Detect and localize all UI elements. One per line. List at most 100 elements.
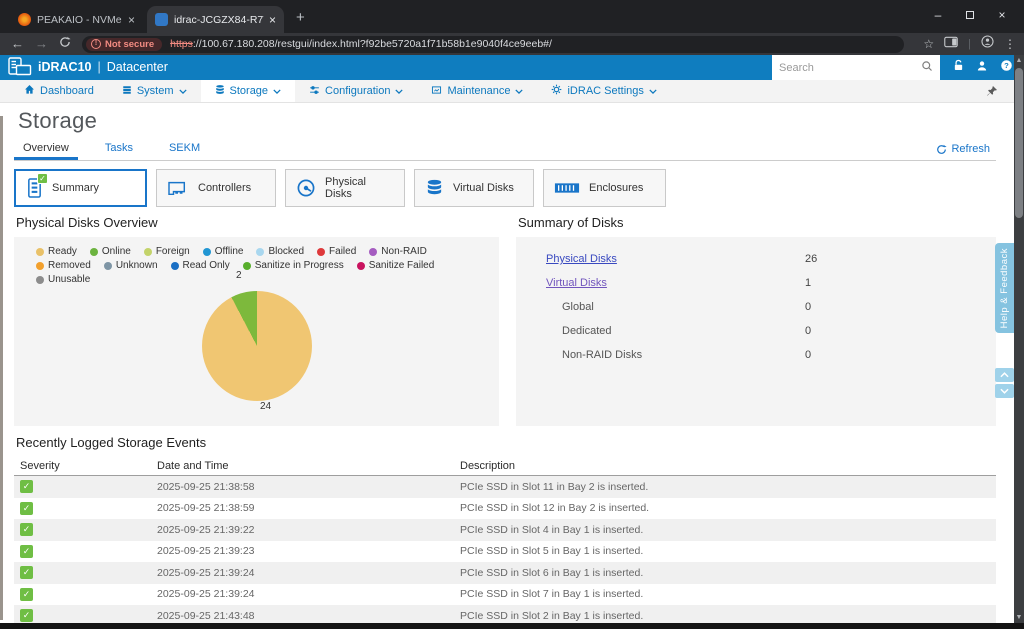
nav-item-configuration[interactable]: Configuration: [295, 80, 417, 102]
nav-item-system[interactable]: System: [108, 80, 201, 102]
tile-label: Controllers: [198, 182, 251, 194]
refresh-button[interactable]: Refresh: [936, 143, 990, 155]
maximize-button[interactable]: [954, 0, 986, 33]
not-secure-badge[interactable]: ! Not secure: [86, 38, 162, 51]
minimize-button[interactable]: –: [922, 0, 954, 33]
summary-row-global: Global 0: [516, 295, 996, 319]
summary-value: 0: [805, 325, 811, 337]
summary-of-disks-section: Summary of Disks Physical Disks 26 Virtu…: [516, 215, 996, 426]
summary-row-virtual-disks: Virtual Disks 1: [516, 271, 996, 295]
browser-menu-icon[interactable]: ⋮: [1004, 33, 1016, 55]
legend-item: Online: [90, 246, 131, 257]
back-button[interactable]: ←: [11, 33, 24, 55]
severity-ok-icon: ✓: [20, 588, 33, 601]
chevron-down-icon: [515, 85, 523, 97]
scrollbar-up-icon[interactable]: ▲: [1014, 57, 1024, 64]
events-table-body: ✓ 2025-09-25 21:38:58 PCIe SSD in Slot 1…: [14, 476, 996, 623]
summary-label: Non-RAID Disks: [516, 349, 805, 361]
nav-item-idrac-settings[interactable]: iDRAC Settings: [537, 80, 670, 102]
severity-ok-icon: ✓: [20, 480, 33, 493]
section-title: Recently Logged Storage Events: [16, 435, 996, 450]
url-field[interactable]: ! Not secure https://100.67.180.208/rest…: [82, 36, 904, 53]
severity-ok-icon: ✓: [20, 609, 33, 622]
legend-item: Unusable: [36, 274, 90, 285]
chevron-down-icon: [1000, 388, 1009, 394]
physical-disks-overview-section: Physical Disks Overview Ready Online For…: [14, 215, 499, 426]
physical-disks-overview-panel: Ready Online Foreign Offline Blocked Fai…: [14, 237, 499, 426]
table-row: ✓ 2025-09-25 21:43:48 PCIe SSD in Slot 2…: [14, 605, 996, 623]
physical-disks-link[interactable]: Physical Disks: [546, 253, 617, 265]
address-bar: ← → ! Not secure https://100.67.180.208/…: [0, 33, 1024, 55]
browser-window: PEAKAIO - NVMe Bandwidth - × idrac-JCGZX…: [0, 0, 1024, 629]
close-tab-icon[interactable]: ×: [269, 13, 276, 27]
table-row: ✓ 2025-09-25 21:39:24 PCIe SSD in Slot 7…: [14, 584, 996, 606]
physical-disks-icon: [296, 178, 316, 198]
tile-enclosures[interactable]: Enclosures: [543, 169, 666, 207]
storage-icon: [215, 84, 225, 98]
scroll-down-button[interactable]: [995, 384, 1014, 398]
user-icon[interactable]: [976, 59, 988, 77]
virtual-disks-link[interactable]: Virtual Disks: [546, 277, 607, 289]
unlock-icon[interactable]: [952, 59, 965, 77]
search-input[interactable]: [779, 62, 921, 74]
window-controls: – ×: [922, 0, 1018, 33]
main-nav: Dashboard System Storage Configuration M…: [0, 80, 1024, 103]
event-description: PCIe SSD in Slot 2 in Bay 1 is inserted.: [460, 610, 996, 622]
tab-overview[interactable]: Overview: [14, 142, 78, 160]
pin-menu-icon[interactable]: [985, 85, 998, 101]
legend-item: Unknown: [104, 260, 158, 271]
tile-virtual-disks[interactable]: Virtual Disks: [414, 169, 534, 207]
legend-item: Removed: [36, 260, 91, 271]
sliders-icon: [309, 85, 320, 98]
event-description: PCIe SSD in Slot 4 in Bay 1 is inserted.: [460, 524, 996, 536]
tile-controllers[interactable]: Controllers: [156, 169, 276, 207]
legend-dot: [36, 262, 44, 270]
close-window-button[interactable]: ×: [986, 0, 1018, 33]
events-table-header: Severity Date and Time Description: [14, 457, 996, 476]
legend-dot: [36, 276, 44, 284]
reload-button[interactable]: [59, 33, 71, 55]
new-tab-button[interactable]: +: [296, 8, 305, 28]
event-datetime: 2025-09-25 21:43:48: [157, 610, 460, 622]
page-scroll-buttons: [995, 368, 1014, 398]
nav-item-storage[interactable]: Storage: [201, 80, 296, 102]
browser-scrollbar[interactable]: ▲ ▼: [1014, 55, 1024, 623]
pie-value-ready: 24: [260, 401, 271, 412]
help-feedback-tab[interactable]: Help & Feedback: [995, 243, 1014, 333]
severity-ok-icon: ✓: [20, 566, 33, 579]
nav-label: Maintenance: [447, 85, 510, 97]
summary-label: Dedicated: [516, 325, 805, 337]
bookmark-star-icon[interactable]: ☆: [923, 33, 934, 55]
close-tab-icon[interactable]: ×: [128, 13, 135, 27]
event-datetime: 2025-09-25 21:39:24: [157, 567, 460, 579]
global-search: [772, 55, 940, 80]
tab-tasks[interactable]: Tasks: [96, 142, 142, 160]
search-icon[interactable]: [921, 59, 933, 77]
nav-item-dashboard[interactable]: Dashboard: [10, 80, 108, 102]
scrollbar-thumb[interactable]: [1015, 68, 1023, 218]
chevron-up-icon: [1000, 372, 1009, 378]
toolbar-divider: |: [968, 38, 971, 50]
help-icon[interactable]: ?: [1000, 59, 1013, 77]
tab-title: idrac-JCGZX84-R7725xd - iDRA: [174, 14, 264, 26]
scroll-up-button[interactable]: [995, 368, 1014, 382]
nav-label: Dashboard: [40, 85, 94, 97]
nav-item-maintenance[interactable]: Maintenance: [417, 80, 537, 102]
legend-item: Non-RAID: [369, 246, 427, 257]
browser-tab-idrac[interactable]: idrac-JCGZX84-R7725xd - iDRA ×: [147, 6, 284, 33]
tile-summary[interactable]: ✓ Summary: [14, 169, 147, 207]
tab-title: PEAKAIO - NVMe Bandwidth -: [37, 14, 123, 26]
side-panel-icon[interactable]: [944, 35, 958, 53]
legend-item: Foreign: [144, 246, 190, 257]
table-row: ✓ 2025-09-25 21:39:24 PCIe SSD in Slot 6…: [14, 562, 996, 584]
table-row: ✓ 2025-09-25 21:39:23 PCIe SSD in Slot 5…: [14, 541, 996, 563]
profile-avatar-icon[interactable]: [981, 35, 994, 53]
browser-tab-peakaio[interactable]: PEAKAIO - NVMe Bandwidth - ×: [10, 6, 143, 33]
forward-button[interactable]: →: [35, 33, 48, 55]
tile-physical-disks[interactable]: Physical Disks: [285, 169, 405, 207]
tab-sekm[interactable]: SEKM: [160, 142, 209, 160]
scrollbar-down-icon[interactable]: ▼: [1014, 614, 1024, 621]
legend-dot: [256, 248, 264, 256]
peakaio-favicon-icon: [18, 13, 31, 26]
summary-row-dedicated: Dedicated 0: [516, 319, 996, 343]
